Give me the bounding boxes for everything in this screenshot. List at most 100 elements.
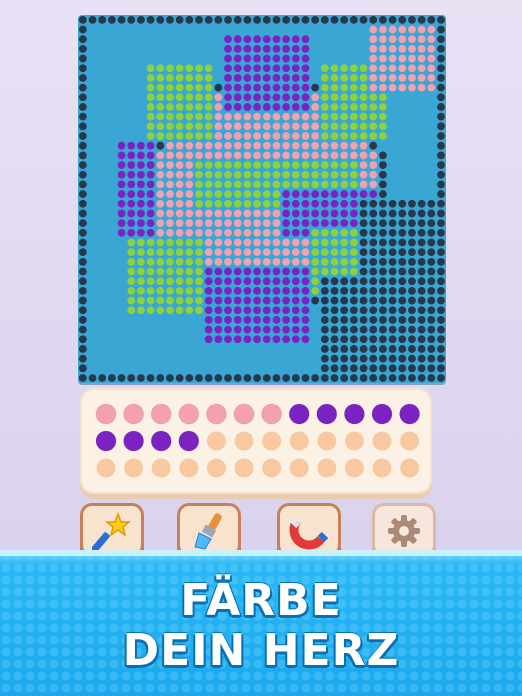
board-bead[interactable] [388, 35, 397, 44]
board-bead[interactable] [379, 345, 387, 353]
board-bead[interactable] [175, 161, 184, 169]
board-bead[interactable] [233, 296, 242, 305]
board-bead[interactable] [156, 35, 165, 44]
board-bead[interactable] [175, 180, 184, 189]
board-bead[interactable] [166, 219, 174, 228]
board-bead[interactable] [78, 83, 87, 92]
board-bead[interactable] [272, 345, 281, 353]
board-bead[interactable] [272, 93, 281, 102]
board-bead[interactable] [417, 248, 426, 257]
board-bead[interactable] [233, 219, 242, 228]
board-bead[interactable] [117, 316, 126, 324]
board-bead[interactable] [291, 364, 300, 373]
board-bead[interactable] [320, 345, 329, 353]
board-bead[interactable] [253, 35, 261, 44]
board-bead[interactable] [127, 248, 136, 257]
board-bead[interactable] [156, 257, 165, 266]
board-bead[interactable] [98, 199, 107, 208]
board-bead[interactable] [388, 354, 397, 363]
board-bead[interactable] [340, 180, 349, 189]
board-bead[interactable] [408, 219, 416, 228]
board-bead[interactable] [388, 180, 397, 189]
tray-bead-pink[interactable] [261, 403, 283, 425]
board-bead[interactable] [243, 151, 252, 160]
board-bead[interactable] [437, 170, 445, 179]
board-bead[interactable] [437, 335, 445, 344]
board-bead[interactable] [88, 35, 97, 44]
board-bead[interactable] [156, 74, 165, 82]
board-bead[interactable] [301, 267, 310, 276]
board-bead[interactable] [379, 132, 387, 140]
board-bead[interactable] [166, 161, 174, 169]
board-bead[interactable] [224, 122, 232, 131]
board-bead[interactable] [204, 151, 213, 160]
board-bead[interactable] [146, 257, 155, 266]
board-bead[interactable] [349, 286, 358, 295]
board-bead[interactable] [88, 141, 97, 150]
board-bead[interactable] [253, 44, 261, 53]
board-bead[interactable] [156, 103, 165, 111]
board-bead[interactable] [98, 325, 107, 334]
board-bead[interactable] [437, 35, 445, 44]
board-bead[interactable] [272, 15, 281, 24]
board-bead[interactable] [262, 64, 271, 73]
board-bead[interactable] [359, 316, 368, 324]
board-bead[interactable] [379, 277, 387, 286]
board-bead[interactable] [349, 364, 358, 373]
board-bead[interactable] [195, 93, 203, 102]
board-bead[interactable] [340, 374, 349, 382]
board-bead[interactable] [379, 35, 387, 44]
board-bead[interactable] [340, 325, 349, 334]
board-bead[interactable] [359, 209, 368, 218]
board-bead[interactable] [195, 64, 203, 73]
board-bead[interactable] [107, 209, 116, 218]
board-bead[interactable] [282, 316, 291, 324]
board-bead[interactable] [243, 74, 252, 82]
board-bead[interactable] [185, 141, 194, 150]
board-bead[interactable] [427, 103, 436, 111]
board-bead[interactable] [166, 335, 174, 344]
board-bead[interactable] [272, 335, 281, 344]
board-bead[interactable] [156, 199, 165, 208]
board-bead[interactable] [349, 335, 358, 344]
board-bead[interactable] [379, 306, 387, 315]
board-bead[interactable] [301, 219, 310, 228]
board-bead[interactable] [195, 141, 203, 150]
board-bead[interactable] [214, 103, 223, 111]
board-bead[interactable] [291, 335, 300, 344]
board-bead[interactable] [359, 141, 368, 150]
board-bead[interactable] [98, 15, 107, 24]
tray-bead-purple[interactable] [95, 430, 117, 452]
board-bead[interactable] [301, 93, 310, 102]
board-bead[interactable] [349, 112, 358, 121]
board-bead[interactable] [146, 122, 155, 131]
board-bead[interactable] [330, 277, 339, 286]
board-bead[interactable] [417, 286, 426, 295]
board-bead[interactable] [185, 132, 194, 140]
board-bead[interactable] [398, 316, 407, 324]
board-bead[interactable] [224, 354, 232, 363]
board-bead[interactable] [272, 161, 281, 169]
board-bead[interactable] [272, 25, 281, 34]
board-bead[interactable] [204, 35, 213, 44]
board-bead[interactable] [127, 83, 136, 92]
board-bead[interactable] [330, 257, 339, 266]
board-bead[interactable] [107, 257, 116, 266]
board-bead[interactable] [88, 257, 97, 266]
board-bead[interactable] [243, 374, 252, 382]
board-bead[interactable] [137, 151, 145, 160]
board-bead[interactable] [78, 248, 87, 257]
board-bead[interactable] [185, 228, 194, 237]
board-bead[interactable] [262, 180, 271, 189]
board-bead[interactable] [185, 286, 194, 295]
board-bead[interactable] [388, 161, 397, 169]
board-bead[interactable] [359, 306, 368, 315]
board-bead[interactable] [88, 374, 97, 382]
board-bead[interactable] [388, 54, 397, 63]
board-bead[interactable] [320, 199, 329, 208]
board-bead[interactable] [359, 354, 368, 363]
board-bead[interactable] [166, 74, 174, 82]
board-bead[interactable] [349, 54, 358, 63]
board-bead[interactable] [214, 306, 223, 315]
board-bead[interactable] [156, 325, 165, 334]
